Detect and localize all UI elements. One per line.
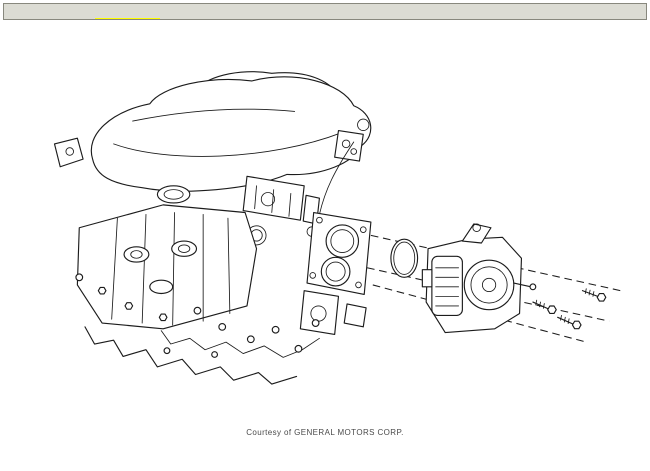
figure-page: Fig 3: Locating Throttle Body, Bolts & N… [3, 3, 647, 468]
mounting-bolt-1 [533, 300, 556, 313]
diagram-canvas: Courtesy of GENERAL MOTORS CORP. [3, 20, 647, 466]
throttle-gasket-o-ring [391, 239, 418, 277]
engine-exploded-diagram [3, 20, 650, 466]
intake-plenum [54, 72, 370, 215]
valve-cover-ribbed [77, 205, 256, 329]
throttle-body-assembly [422, 224, 535, 333]
mounting-bolt-3 [582, 289, 605, 301]
throttle-mounting-flange [307, 213, 371, 295]
figure-title-bar: Fig 3: Locating Throttle Body, Bolts & N… [3, 3, 647, 20]
courtesy-text: Courtesy of GENERAL MOTORS CORP. [3, 428, 647, 437]
mounting-bolt-2 [558, 315, 581, 328]
